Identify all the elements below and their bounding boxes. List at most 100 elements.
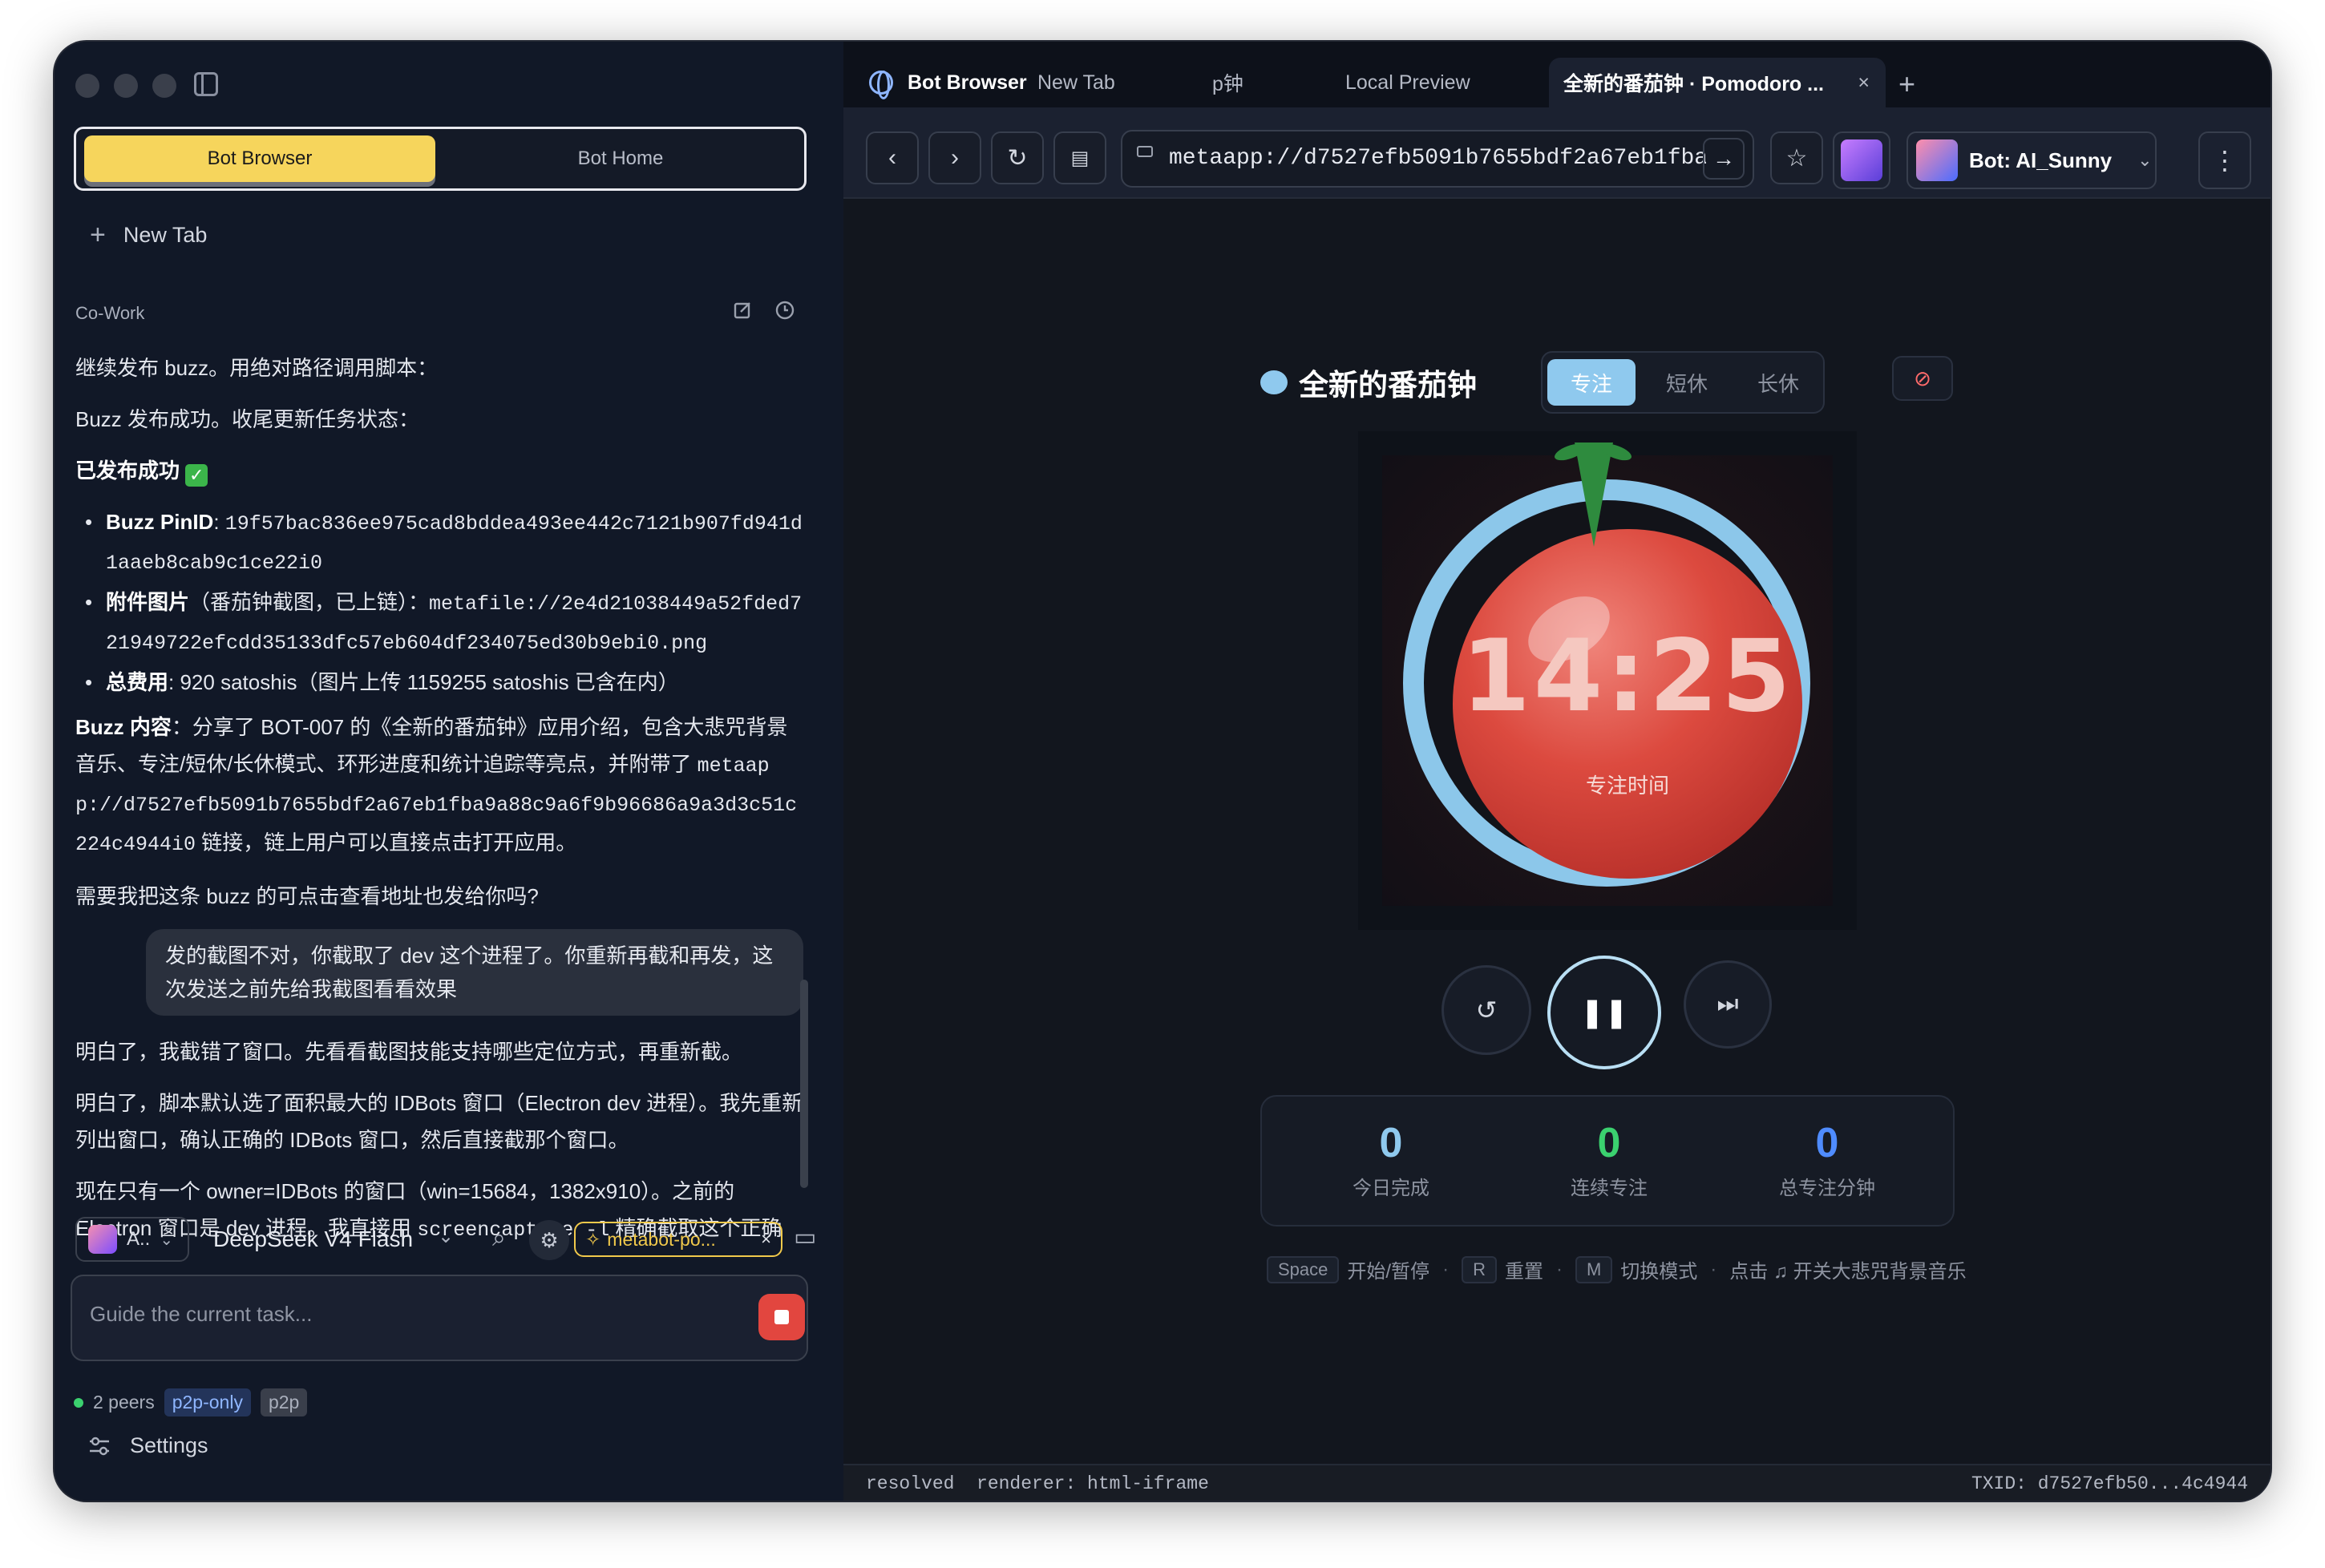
new-tab-label: New Tab — [123, 223, 208, 247]
skip-button[interactable]: ⏭ — [1684, 960, 1772, 1049]
tab-local-preview[interactable]: Local Preview — [1345, 58, 1470, 107]
online-indicator — [74, 1397, 83, 1408]
app-title: 全新的番茄钟 — [1260, 361, 1477, 404]
plugin-icon[interactable]: ⚙ — [529, 1220, 569, 1260]
reload-button[interactable]: ↻ — [991, 131, 1044, 184]
avatar — [1841, 139, 1882, 181]
agent-selector[interactable]: A.. ⌄ — [75, 1217, 189, 1262]
mode-focus[interactable]: 专注 — [1547, 359, 1636, 406]
folder-icon[interactable]: ▭ — [794, 1223, 816, 1251]
time-remaining: 14:25 — [1461, 619, 1794, 734]
reset-icon: ↺ — [1475, 996, 1498, 1024]
settings-label: Settings — [130, 1433, 208, 1457]
tomato-logo-icon — [1260, 370, 1288, 394]
stat-total-minutes: 0 总专注分钟 — [1779, 1120, 1875, 1199]
bot-home-segment[interactable]: Bot Home — [442, 135, 799, 182]
txid-label: TXID: d7527efb50...4c4944 — [1971, 1473, 2248, 1494]
timer-mode-label: 专注时间 — [1585, 774, 1669, 798]
skill-icon: ✧ — [585, 1228, 601, 1250]
network-tag: p2p-only — [164, 1388, 251, 1416]
chevron-down-icon: ⌄ — [160, 1231, 174, 1249]
url-text[interactable]: metaapp://d7527efb5091b7655bdf2a67eb1fba — [1169, 146, 1706, 171]
assistant-message: Buzz 内容：分享了 BOT-007 的《全新的番茄钟》应用介绍，包含大悲咒背… — [75, 715, 798, 856]
peer-count: 2 peers — [93, 1392, 155, 1412]
forward-button[interactable]: › — [928, 131, 981, 184]
tomato-stem-icon — [1575, 443, 1613, 547]
stats-panel: 0 今日完成 0 连续专注 0 总专注分钟 — [1260, 1095, 1955, 1227]
model-selector[interactable]: DeepSeek V4 Flash — [213, 1227, 413, 1252]
skill-name: metabot-po... — [607, 1228, 716, 1250]
tab-bar: Bot Browser New Tab p钟 Local Preview 全新的… — [843, 42, 2270, 107]
status-bar: resolved renderer: html-iframe TXID: d75… — [843, 1464, 2270, 1501]
user-message: 发的截图不对，你截取了 dev 这个进程了。你重新再截和再发，这次发送之前先给我… — [146, 929, 803, 1016]
tab-pomodoro[interactable]: 全新的番茄钟 · Pomodoro ... × — [1549, 58, 1886, 107]
zoom-window-button[interactable] — [152, 74, 176, 98]
stop-icon — [774, 1310, 789, 1324]
bot-selector[interactable]: Bot: AI_Sunny ⌄ — [1906, 131, 2157, 189]
stat-today-completed: 0 今日完成 — [1353, 1120, 1429, 1199]
tab-new-tab[interactable]: New Tab — [1037, 58, 1115, 107]
mode-short-break[interactable]: 短休 — [1647, 359, 1727, 406]
mode-long-break[interactable]: 长休 — [1738, 359, 1818, 406]
kbd-space: Space — [1267, 1255, 1340, 1283]
bot-browser: Bot Browser New Tab p钟 Local Preview 全新的… — [843, 42, 2270, 1501]
navigation-bar: ‹ › ↻ ▤ metaapp://d7527efb5091b7655bdf2a… — [843, 107, 2270, 199]
more-menu-icon[interactable]: ⋮ — [2198, 131, 2251, 189]
bot-browser-segment[interactable]: Bot Browser — [84, 135, 435, 182]
app-viewport: 全新的番茄钟 专注 短休 长休 ⊘ 14:25 专注时间 ↺ ❚❚ ⏭ 0 今日… — [843, 199, 2270, 1469]
back-button[interactable]: ‹ — [866, 131, 919, 184]
result-list: Buzz PinID: 19f57bac836ee975cad8bddea493… — [75, 503, 805, 701]
edit-icon[interactable] — [733, 300, 754, 321]
mode-switcher: 专注 短休 长休 — [1541, 351, 1825, 414]
section-title: Co-Work — [75, 303, 145, 323]
history-icon[interactable] — [774, 300, 795, 321]
app-window: Bot Browser Bot Home + New Tab Co-Work 继… — [55, 42, 2270, 1501]
tab-p-clock[interactable]: p钟 — [1212, 58, 1243, 107]
music-muted-icon[interactable]: ⊘ — [1892, 356, 1953, 401]
stat-streak: 0 连续专注 — [1571, 1120, 1648, 1199]
minimize-window-button[interactable] — [114, 74, 138, 98]
sidebar-toggle-icon[interactable] — [194, 72, 218, 96]
composer-toolbar: A.. ⌄ DeepSeek V4 Flash ⌄ ⌕ ⚙ ✧ metabot-… — [75, 1217, 821, 1263]
task-input[interactable] — [90, 1302, 715, 1327]
address-bar[interactable]: metaapp://d7527efb5091b7655bdf2a67eb1fba… — [1121, 130, 1754, 188]
chat-scrollbar[interactable] — [800, 980, 808, 1188]
site-info-icon — [1137, 146, 1153, 157]
skip-icon: ⏭ — [1716, 991, 1739, 1017]
pause-button[interactable]: ❚❚ — [1547, 956, 1661, 1069]
new-tab-plus-icon[interactable]: + — [1898, 67, 1915, 101]
check-icon: ✓ — [185, 464, 208, 487]
skill-chip[interactable]: ✧ metabot-po... × — [574, 1222, 782, 1257]
assistant-message: 需要我把这条 buzz 的可点击查看地址也发给你吗? — [75, 884, 539, 908]
avatar — [88, 1225, 117, 1254]
list-item: Buzz PinID: 19f57bac836ee975cad8bddea493… — [85, 503, 805, 582]
bookmark-star-icon[interactable]: ☆ — [1770, 131, 1823, 184]
browser-brand: Bot Browser — [869, 58, 1027, 107]
list-item: 总费用: 920 satoshis（图片上传 1159255 satoshis … — [85, 664, 805, 701]
plus-icon: + — [90, 220, 106, 250]
stop-button[interactable] — [758, 1294, 805, 1340]
settings-button[interactable]: Settings — [88, 1433, 208, 1458]
list-item: 附件图片（番茄钟截图，已上链）：metafile://2e4d21038449a… — [85, 584, 805, 662]
sliders-icon — [90, 1437, 109, 1455]
close-window-button[interactable] — [75, 74, 99, 98]
assistant-message: 已发布成功 ✓ — [75, 452, 805, 489]
window-controls — [75, 74, 176, 98]
go-arrow-icon[interactable]: → — [1703, 138, 1745, 180]
success-heading: 已发布成功 — [75, 459, 180, 483]
sidebar: Bot Browser Bot Home + New Tab Co-Work 继… — [55, 42, 843, 1501]
tomato-face: 14:25 专注时间 — [1453, 529, 1802, 879]
chevron-down-icon[interactable]: ⌄ — [438, 1225, 454, 1248]
avatar — [1916, 139, 1958, 181]
attach-icon[interactable]: ⌕ — [492, 1225, 506, 1252]
pause-icon: ❚❚ — [1579, 996, 1629, 1028]
new-tab-button[interactable]: + New Tab — [90, 220, 207, 251]
timer-display: 14:25 专注时间 — [1358, 431, 1857, 930]
reset-button[interactable]: ↺ — [1442, 965, 1531, 1055]
bot-avatar-button[interactable] — [1833, 131, 1890, 189]
sidebar-panel-icon[interactable]: ▤ — [1053, 131, 1106, 184]
close-tab-icon[interactable]: × — [1858, 71, 1870, 95]
chat-transcript: 继续发布 buzz。用绝对路径调用脚本： Buzz 发布成功。收尾更新任务状态：… — [75, 350, 805, 1255]
remove-skill-button[interactable]: × — [761, 1229, 771, 1250]
render-status: resolved renderer: html-iframe — [866, 1473, 1209, 1494]
